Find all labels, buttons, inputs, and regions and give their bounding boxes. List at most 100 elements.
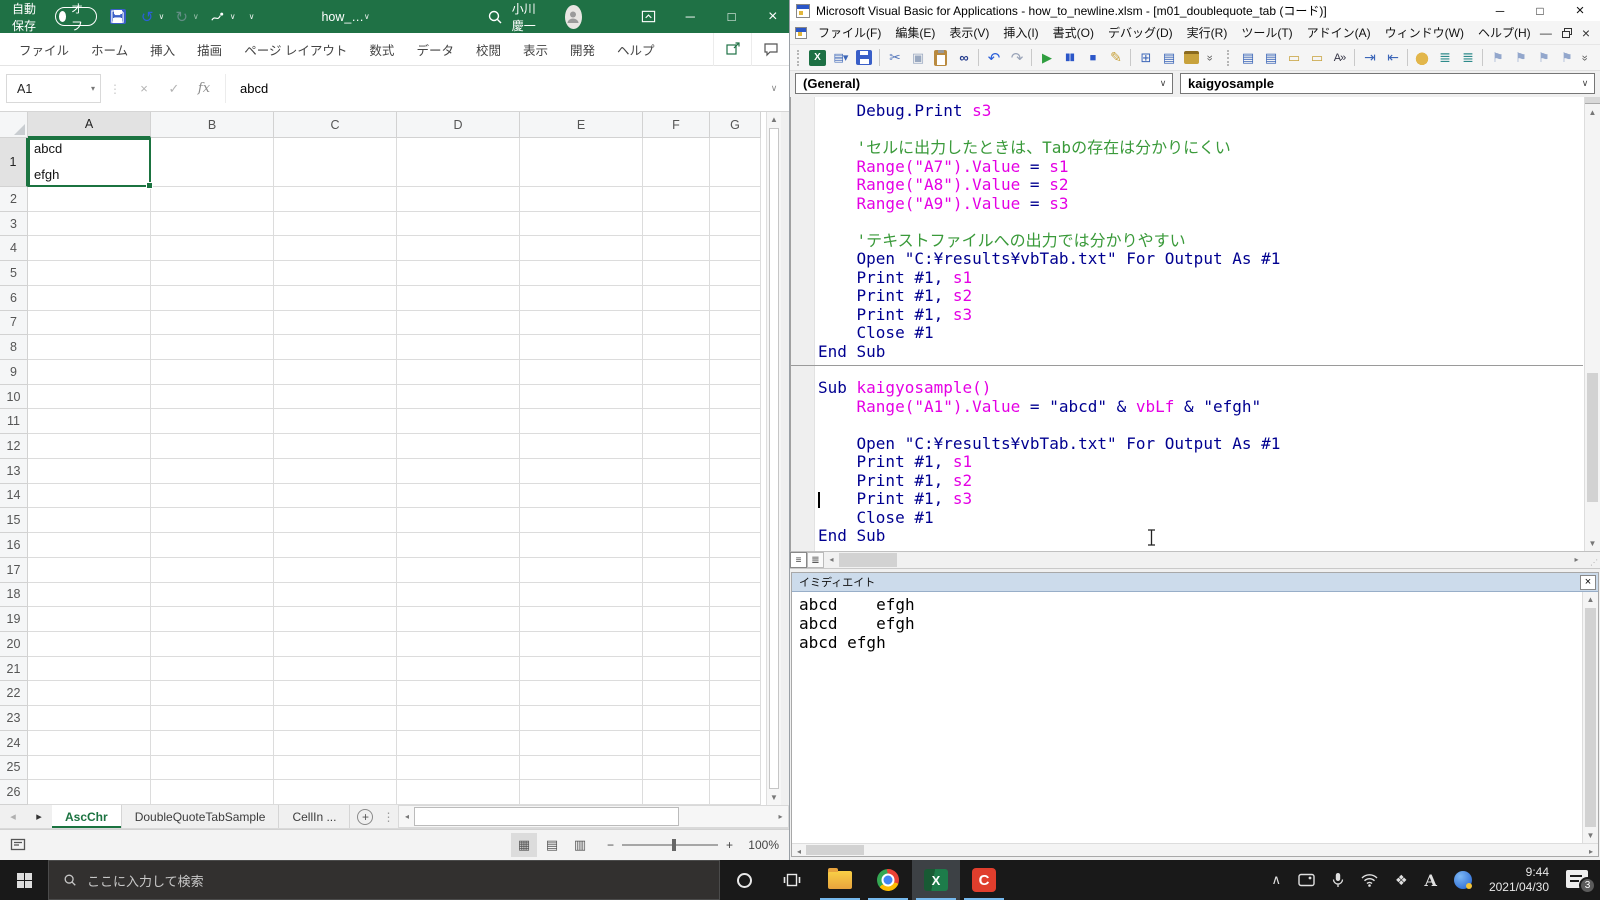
grid-vertical-scrollbar[interactable]: ▲ ▼	[766, 112, 781, 805]
cell-F4[interactable]	[643, 236, 710, 261]
cell-D4[interactable]	[397, 236, 520, 261]
cell-C8[interactable]	[274, 335, 397, 360]
cell-G16[interactable]	[710, 533, 761, 558]
cell-B26[interactable]	[151, 780, 274, 805]
cell-A26[interactable]	[28, 780, 151, 805]
cell-C24[interactable]	[274, 731, 397, 756]
quick-info-icon[interactable]: ▭	[1282, 47, 1305, 68]
record-macro-icon[interactable]	[10, 837, 26, 853]
tray-app-icon[interactable]	[1454, 871, 1472, 889]
row-header-2[interactable]: 2	[0, 187, 28, 212]
row-header-21[interactable]: 21	[0, 657, 28, 682]
ribbon-display-options-icon[interactable]	[633, 0, 665, 33]
code-line-10[interactable]: Print #1, s2	[818, 287, 1583, 306]
sheet-prev-icon[interactable]: ◂	[0, 805, 26, 828]
cell-B21[interactable]	[151, 657, 274, 682]
procedure-view-button[interactable]: ≡	[790, 552, 807, 568]
file-explorer-button[interactable]	[816, 860, 864, 900]
cell-F10[interactable]	[643, 385, 710, 410]
cell-E14[interactable]	[520, 484, 643, 509]
cell-F14[interactable]	[643, 484, 710, 509]
cell-G17[interactable]	[710, 558, 761, 583]
cell-A9[interactable]	[28, 360, 151, 385]
scroll-up-icon[interactable]: ▲	[1583, 592, 1598, 607]
cell-B11[interactable]	[151, 409, 274, 434]
cell-A16[interactable]	[28, 533, 151, 558]
cell-F7[interactable]	[643, 311, 710, 336]
normal-view-icon[interactable]: ▦	[511, 833, 537, 857]
cell-C2[interactable]	[274, 187, 397, 212]
user-name[interactable]: 小川 慶一	[512, 0, 548, 34]
page-break-view-icon[interactable]: ▥	[567, 833, 593, 857]
redo-icon[interactable]: ↻	[175, 8, 188, 26]
row-header-11[interactable]: 11	[0, 409, 28, 434]
cell-G11[interactable]	[710, 409, 761, 434]
cell-E7[interactable]	[520, 311, 643, 336]
cell-F8[interactable]	[643, 335, 710, 360]
toolbar-overflow-2-icon[interactable]: »	[1575, 51, 1596, 65]
code-line-23[interactable]: End Sub	[818, 527, 1583, 546]
cell-A2[interactable]	[28, 187, 151, 212]
scrollbar-track[interactable]	[679, 806, 773, 827]
zoom-slider-thumb[interactable]	[672, 839, 676, 851]
column-header-A[interactable]: A	[28, 112, 151, 138]
ribbon-tab-5[interactable]: 数式	[358, 33, 405, 66]
document-title[interactable]: how_…∨	[321, 10, 369, 24]
scrollbar-thumb[interactable]	[1587, 373, 1598, 502]
cell-F22[interactable]	[643, 681, 710, 706]
cell-G7[interactable]	[710, 311, 761, 336]
cell-E21[interactable]	[520, 657, 643, 682]
share-icon[interactable]	[713, 33, 751, 66]
code-line-15[interactable]: Sub kaigyosample()	[818, 379, 1583, 398]
row-header-16[interactable]: 16	[0, 533, 28, 558]
cell-D19[interactable]	[397, 607, 520, 632]
cell-A20[interactable]	[28, 632, 151, 657]
insert-userform-icon[interactable]: ▤▾	[829, 47, 852, 68]
sheet-next-icon[interactable]: ▸	[26, 805, 52, 828]
cell-E19[interactable]	[520, 607, 643, 632]
cell-D18[interactable]	[397, 583, 520, 608]
find-icon[interactable]: ∞	[952, 47, 975, 68]
cell-B15[interactable]	[151, 508, 274, 533]
immediate-titlebar[interactable]: イミディエイト ×	[792, 573, 1598, 592]
pen-touch-icon[interactable]	[210, 9, 225, 24]
cell-G15[interactable]	[710, 508, 761, 533]
redo-icon[interactable]: ↷	[1005, 47, 1028, 68]
camtasia-button[interactable]	[960, 860, 1008, 900]
cell-F21[interactable]	[643, 657, 710, 682]
scroll-left-icon[interactable]: ◂	[824, 552, 839, 567]
row-header-13[interactable]: 13	[0, 459, 28, 484]
cell-B17[interactable]	[151, 558, 274, 583]
cell-A5[interactable]	[28, 261, 151, 286]
row-header-15[interactable]: 15	[0, 508, 28, 533]
column-header-F[interactable]: F	[643, 112, 710, 138]
cell-D1[interactable]	[397, 138, 520, 187]
cell-G24[interactable]	[710, 731, 761, 756]
cell-G1[interactable]	[710, 138, 761, 187]
cell-D12[interactable]	[397, 434, 520, 459]
code-line-2[interactable]: 'セルに出力したときは、Tabの存在は分かりにくい	[818, 139, 1583, 158]
column-header-C[interactable]: C	[274, 112, 397, 138]
minimize-button[interactable]: ─	[674, 0, 706, 33]
cell-D11[interactable]	[397, 409, 520, 434]
cell-F24[interactable]	[643, 731, 710, 756]
cell-D13[interactable]	[397, 459, 520, 484]
ribbon-tab-2[interactable]: 挿入	[139, 33, 186, 66]
scroll-down-icon[interactable]: ▼	[1583, 828, 1598, 843]
save-icon[interactable]	[110, 9, 126, 24]
immediate-close-icon[interactable]: ×	[1580, 575, 1596, 590]
cell-C3[interactable]	[274, 212, 397, 237]
cell-B10[interactable]	[151, 385, 274, 410]
cell-B3[interactable]	[151, 212, 274, 237]
wifi-icon[interactable]	[1361, 873, 1378, 887]
menu-item-3[interactable]: 挿入(I)	[996, 21, 1045, 44]
code-line-19[interactable]: Print #1, s1	[818, 453, 1583, 472]
full-module-view-button[interactable]: ≣	[807, 552, 824, 568]
cell-E1[interactable]	[520, 138, 643, 187]
cell-D24[interactable]	[397, 731, 520, 756]
cell-G26[interactable]	[710, 780, 761, 805]
ribbon-tab-4[interactable]: ページ レイアウト	[233, 33, 358, 66]
cell-D2[interactable]	[397, 187, 520, 212]
object-dropdown[interactable]: (General)∨	[795, 73, 1173, 94]
row-header-18[interactable]: 18	[0, 583, 28, 608]
